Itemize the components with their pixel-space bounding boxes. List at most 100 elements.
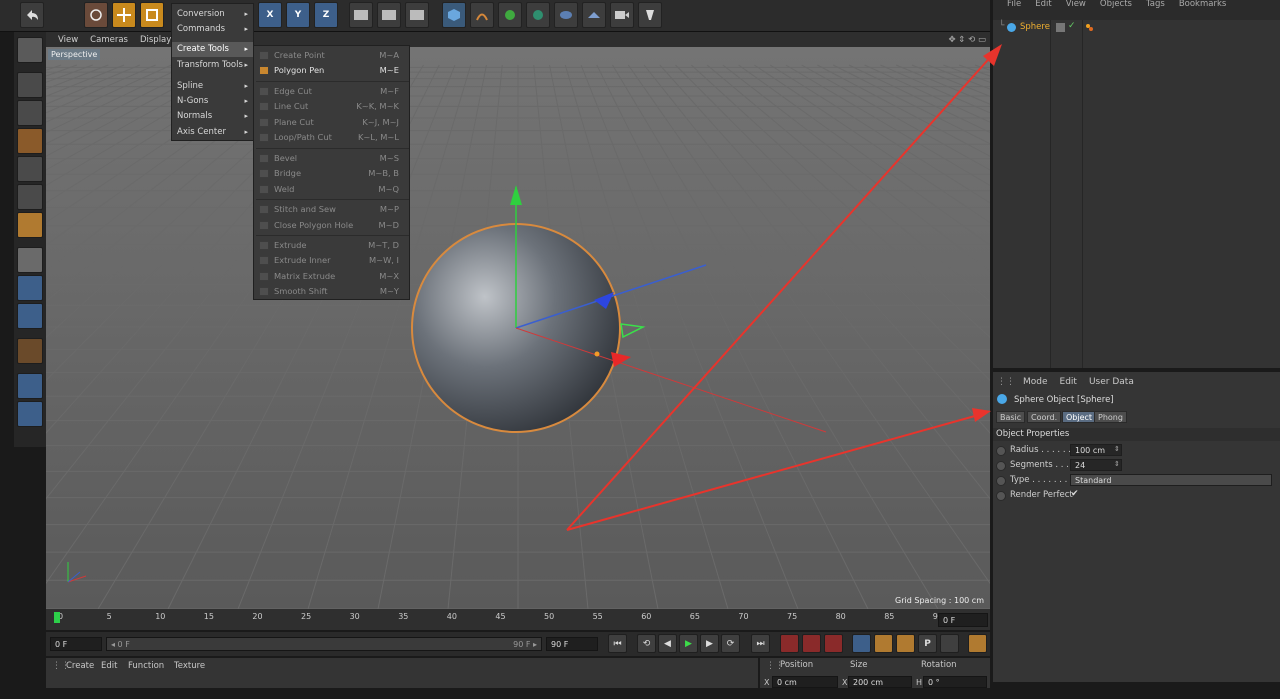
go-to-end-icon[interactable]: ⏭ bbox=[751, 634, 770, 653]
attr-menu-edit[interactable]: Edit bbox=[1060, 377, 1077, 387]
scale-icon[interactable] bbox=[140, 2, 164, 28]
menu-item-smooth-shift[interactable]: Smooth Shift M~Y bbox=[254, 284, 409, 299]
animate-type-icon[interactable] bbox=[996, 476, 1006, 486]
edges-mode-icon[interactable] bbox=[17, 184, 43, 210]
viewport-menu-cameras[interactable]: Cameras bbox=[90, 35, 128, 45]
playhead-marker[interactable] bbox=[54, 612, 60, 623]
visibility-toggle-icon[interactable] bbox=[1056, 23, 1065, 32]
menu-item-extrude[interactable]: Extrude M~T, D bbox=[254, 238, 409, 253]
play-icon[interactable]: ▶ bbox=[679, 634, 698, 653]
render-view-icon[interactable] bbox=[349, 2, 373, 28]
viewport-nav-icons[interactable]: ✥ ⇕ ⟲ ▭ bbox=[948, 35, 986, 45]
mat-menu-edit[interactable]: Edit bbox=[101, 661, 117, 671]
record-scale-icon[interactable] bbox=[874, 634, 893, 653]
om-menu-edit[interactable]: Edit bbox=[1035, 0, 1051, 9]
menu-item-close-polygon-hole[interactable]: Close Polygon Hole M~D bbox=[254, 218, 409, 233]
menu-item-bevel[interactable]: Bevel M~S bbox=[254, 151, 409, 166]
menu-item-weld[interactable]: Weld M~Q bbox=[254, 182, 409, 197]
snap-icon[interactable] bbox=[17, 338, 43, 364]
workplane-icon[interactable] bbox=[17, 128, 43, 154]
pen-icon[interactable] bbox=[470, 2, 494, 28]
menu-item-n-gons[interactable]: N-Gons ▸ bbox=[172, 94, 253, 109]
current-frame-field[interactable]: 0 F bbox=[938, 613, 988, 627]
record-parameter-icon[interactable]: P bbox=[918, 634, 937, 653]
array-icon[interactable] bbox=[526, 2, 550, 28]
menu-item-matrix-extrude[interactable]: Matrix Extrude M~X bbox=[254, 269, 409, 284]
enabled-check-icon[interactable]: ✓ bbox=[1068, 21, 1076, 31]
menu-item-commands[interactable]: Commands ▸ bbox=[172, 22, 253, 37]
next-frame-icon[interactable]: ▶ bbox=[700, 634, 719, 653]
render-settings-icon[interactable] bbox=[405, 2, 429, 28]
autokey-icon[interactable] bbox=[802, 634, 821, 653]
phong-tag-icon[interactable] bbox=[1085, 23, 1094, 32]
previous-frame-icon[interactable]: ◀ bbox=[658, 634, 677, 653]
tab-basic[interactable]: Basic bbox=[996, 411, 1026, 423]
lock-workplane-icon[interactable] bbox=[17, 373, 43, 399]
menu-item-line-cut[interactable]: Line Cut K~K, M~K bbox=[254, 99, 409, 114]
animate-render-perfect-icon[interactable] bbox=[996, 491, 1006, 501]
tab-phong[interactable]: Phong bbox=[1094, 411, 1127, 423]
radius-stepper-icon[interactable]: ⇕ bbox=[1114, 445, 1120, 453]
x-axis-icon[interactable]: X bbox=[258, 2, 282, 28]
floor-icon[interactable] bbox=[582, 2, 606, 28]
menu-item-extrude-inner[interactable]: Extrude Inner M~W, I bbox=[254, 253, 409, 268]
points-mode-icon[interactable] bbox=[17, 156, 43, 182]
previous-key-icon[interactable]: ⟲ bbox=[637, 634, 656, 653]
menu-item-conversion[interactable]: Conversion ▸ bbox=[172, 7, 253, 22]
axis-mode-icon[interactable] bbox=[17, 247, 43, 273]
render-perfect-checkbox[interactable]: ✔ bbox=[1071, 489, 1079, 499]
type-dropdown[interactable]: Standard bbox=[1070, 474, 1272, 486]
frame-range-slider[interactable]: ◂ 0 F 90 F ▸ bbox=[106, 637, 542, 651]
cube-icon[interactable] bbox=[442, 2, 466, 28]
menu-item-create-point[interactable]: Create Point M~A bbox=[254, 48, 409, 63]
camera-icon[interactable] bbox=[610, 2, 634, 28]
animate-radius-icon[interactable] bbox=[996, 446, 1006, 456]
record-point-level-icon[interactable] bbox=[940, 634, 959, 653]
x-size-field[interactable]: 200 cm bbox=[848, 676, 912, 688]
menu-item-axis-center[interactable]: Axis Center ▸ bbox=[172, 125, 253, 140]
om-menu-bookmarks[interactable]: Bookmarks bbox=[1179, 0, 1227, 9]
menu-item-polygon-pen[interactable]: Polygon Pen M~E bbox=[254, 63, 409, 78]
timeline-icon[interactable] bbox=[968, 634, 987, 653]
om-menu-file[interactable]: File bbox=[1007, 0, 1021, 9]
menu-item-spline[interactable]: Spline ▸ bbox=[172, 79, 253, 94]
polygons-mode-icon[interactable] bbox=[17, 212, 43, 238]
x-position-field[interactable]: 0 cm bbox=[772, 676, 838, 688]
mat-menu-texture[interactable]: Texture bbox=[174, 661, 205, 671]
light-icon[interactable] bbox=[638, 2, 662, 28]
y-axis-icon[interactable]: Y bbox=[286, 2, 310, 28]
menu-item-transform-tools[interactable]: Transform Tools ▸ bbox=[172, 58, 253, 73]
om-menu-tags[interactable]: Tags bbox=[1146, 0, 1165, 9]
start-frame-field[interactable]: 0 F bbox=[50, 637, 102, 651]
object-row-sphere[interactable]: └ Sphere ✓ bbox=[997, 21, 1093, 35]
model-mode-icon[interactable] bbox=[17, 72, 43, 98]
mat-menu-create[interactable]: Create bbox=[66, 661, 94, 671]
move-icon[interactable] bbox=[112, 2, 136, 28]
menu-item-bridge[interactable]: Bridge M~B, B bbox=[254, 166, 409, 181]
keyframe-selection-icon[interactable] bbox=[824, 634, 843, 653]
texture-mode-icon[interactable] bbox=[17, 100, 43, 126]
attr-menu-mode[interactable]: Mode bbox=[1023, 377, 1048, 387]
menu-item-edge-cut[interactable]: Edge Cut M~F bbox=[254, 84, 409, 99]
viewport-menu-view[interactable]: View bbox=[58, 35, 78, 45]
end-frame-field[interactable]: 90 F bbox=[546, 637, 598, 651]
tab-coord[interactable]: Coord. bbox=[1027, 411, 1062, 423]
planar-workplane-icon[interactable] bbox=[17, 401, 43, 427]
om-menu-view[interactable]: View bbox=[1066, 0, 1086, 9]
om-menu-objects[interactable]: Objects bbox=[1100, 0, 1132, 9]
record-rotation-icon[interactable] bbox=[896, 634, 915, 653]
menu-item-normals[interactable]: Normals ▸ bbox=[172, 109, 253, 124]
menu-item-loop-path-cut[interactable]: Loop/Path Cut K~L, M~L bbox=[254, 130, 409, 145]
make-editable-icon[interactable] bbox=[17, 37, 43, 63]
tab-object[interactable]: Object bbox=[1062, 411, 1097, 423]
menu-item-stitch-and-sew[interactable]: Stitch and Sew M~P bbox=[254, 202, 409, 217]
deformer-icon[interactable] bbox=[554, 2, 578, 28]
subdivision-icon[interactable] bbox=[498, 2, 522, 28]
tweak-mode-icon[interactable] bbox=[17, 275, 43, 301]
viewport-menu-display[interactable]: Display bbox=[140, 35, 171, 45]
record-icon[interactable] bbox=[780, 634, 799, 653]
mat-menu-function[interactable]: Function bbox=[128, 661, 164, 671]
menu-item-create-tools[interactable]: Create Tools ▸ bbox=[172, 42, 253, 57]
segments-stepper-icon[interactable]: ⇕ bbox=[1114, 460, 1120, 468]
heading-rotation-field[interactable]: 0 ° bbox=[923, 676, 987, 688]
